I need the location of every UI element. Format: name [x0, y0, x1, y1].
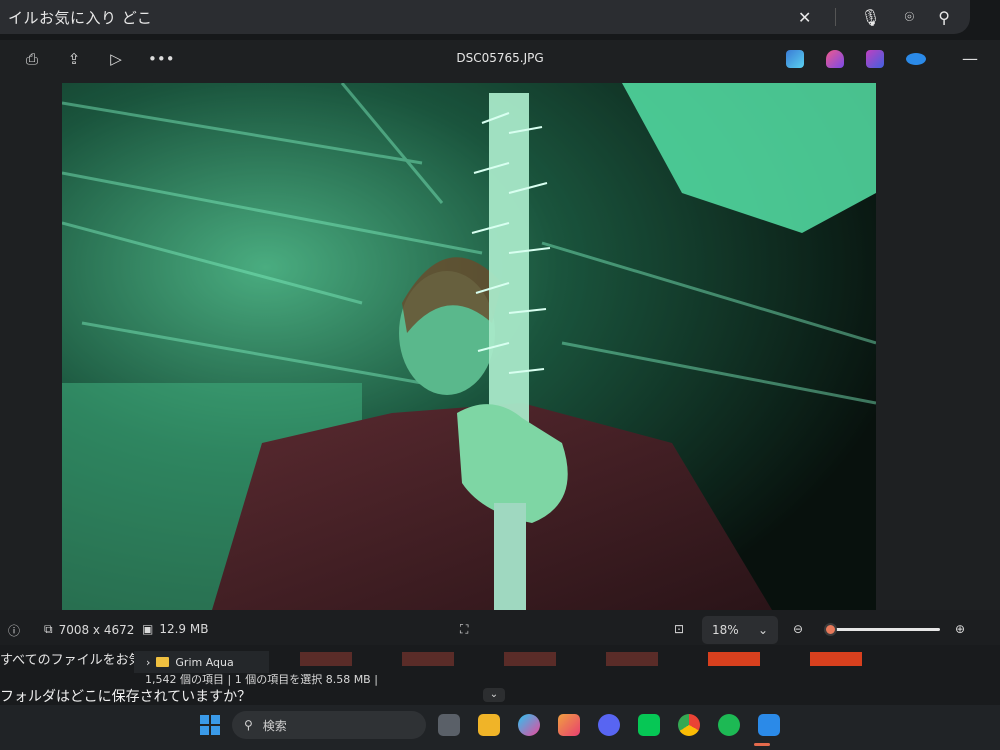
- folder-item[interactable]: › Grim Aqua: [134, 651, 269, 673]
- minimize-icon[interactable]: —: [962, 49, 978, 68]
- copilot-icon[interactable]: [826, 49, 844, 68]
- explorer-status: 1,542 個の項目 | 1 個の項目を選択 8.58 MB |: [145, 671, 378, 687]
- dimensions-value: 7008 x 4672: [58, 622, 135, 637]
- image-size: ⧉ 7008 x 4672: [44, 622, 134, 637]
- lens-icon[interactable]: ⌾: [905, 7, 915, 27]
- thumbnail[interactable]: [606, 652, 658, 666]
- dimensions-icon: ⧉: [44, 622, 53, 636]
- thumbnail[interactable]: [402, 652, 454, 666]
- fit-screen-icon[interactable]: ⛶: [460, 622, 468, 637]
- line-icon[interactable]: [638, 714, 660, 736]
- divider: |: [374, 673, 378, 686]
- zoom-slider-thumb[interactable]: [824, 623, 837, 636]
- microphone-icon[interactable]: 🎙: [860, 8, 880, 27]
- file-size: ▣ 12.9 MB: [142, 622, 208, 636]
- filesize-value: 12.9 MB: [159, 622, 209, 636]
- taskbar-search-placeholder: 検索: [262, 718, 287, 733]
- zoom-value: 18%: [712, 623, 739, 637]
- zoom-out-icon[interactable]: ⊖: [793, 622, 803, 636]
- search-query[interactable]: イルお気に入り どこ: [8, 7, 152, 28]
- info-icon[interactable]: ⓘ: [8, 622, 20, 639]
- task-view-icon[interactable]: [438, 714, 460, 736]
- toolbar-right: —: [786, 49, 978, 68]
- thumbnail[interactable]: [708, 652, 760, 666]
- thumbnail-strip: [300, 652, 862, 666]
- photo: [62, 83, 876, 610]
- search-icon: ⚲: [244, 718, 253, 732]
- edit-image-icon[interactable]: [786, 49, 804, 68]
- actual-size-icon[interactable]: ⊡: [674, 622, 684, 636]
- thumbnail[interactable]: [810, 652, 862, 666]
- active-app-indicator: [754, 743, 770, 746]
- taskbar: ⚲ 検索: [0, 705, 1000, 750]
- chevron-down-icon: ⌄: [757, 623, 768, 637]
- clear-icon[interactable]: ✕: [798, 8, 811, 27]
- file-explorer-icon[interactable]: [478, 714, 500, 736]
- save-icon: ▣: [142, 622, 154, 636]
- folder-name: Grim Aqua: [175, 655, 234, 669]
- spotify-icon[interactable]: [718, 714, 740, 736]
- viewer-toolbar: ⎙ ⇪ ▷ ••• DSC05765.JPG —: [0, 40, 1000, 82]
- viewer-status-bar: ⓘ ⧉ 7008 x 4672 ▣ 12.9 MB ⛶ ⊡ 18% ⌄ ⊖ ⊕: [0, 610, 1000, 650]
- onedrive-icon[interactable]: [906, 52, 926, 65]
- clipchamp-icon[interactable]: [866, 49, 884, 68]
- taskbar-apps: [438, 714, 780, 736]
- screen: イルお気に入り どこ ✕ 🎙 ⌾ ⚲ ⎙ ⇪ ▷ ••• DSC05765.JP…: [0, 0, 1000, 750]
- thumbnail[interactable]: [504, 652, 556, 666]
- photo-viewer-window: ⎙ ⇪ ▷ ••• DSC05765.JPG — ⓘ ⧉ 7008 x 4672…: [0, 40, 1000, 660]
- chrome-icon[interactable]: [678, 714, 700, 736]
- search-icon[interactable]: ⚲: [938, 8, 950, 27]
- search-bar-icons: ✕ 🎙 ⌾ ⚲: [798, 0, 950, 34]
- photos-icon[interactable]: [758, 714, 780, 736]
- thumbnail[interactable]: [300, 652, 352, 666]
- browser-search-bar[interactable]: イルお気に入り どこ ✕ 🎙 ⌾ ⚲: [0, 0, 970, 34]
- taskbar-search[interactable]: ⚲ 検索: [232, 711, 426, 739]
- item-count: 1,542 個の項目: [145, 673, 224, 686]
- divider: [835, 8, 837, 26]
- copilot-icon[interactable]: [518, 714, 540, 736]
- photo-app-icon[interactable]: [558, 714, 580, 736]
- file-explorer-background: すべてのファイルをお気に › Grim Aqua 1,542 個の項目 | 1 …: [0, 645, 1000, 705]
- selection-count: 1 個の項目を選択: [234, 673, 323, 686]
- background-text: すべてのファイルをお気に: [0, 653, 155, 668]
- divider: |: [227, 673, 235, 686]
- zoom-select[interactable]: 18% ⌄: [702, 616, 778, 644]
- zoom-slider[interactable]: [824, 623, 940, 636]
- zoom-in-icon[interactable]: ⊕: [955, 622, 965, 636]
- discord-icon[interactable]: [598, 714, 620, 736]
- windows-start-icon[interactable]: [200, 715, 220, 735]
- chevron-right-icon[interactable]: ›: [146, 656, 150, 669]
- photo-image: [62, 83, 876, 610]
- background-text: フォルダはどこに保存されていますか？: [0, 689, 252, 705]
- selection-size: 8.58 MB: [325, 673, 371, 686]
- chevron-down-icon[interactable]: ⌄: [483, 688, 505, 702]
- folder-icon: [156, 657, 170, 667]
